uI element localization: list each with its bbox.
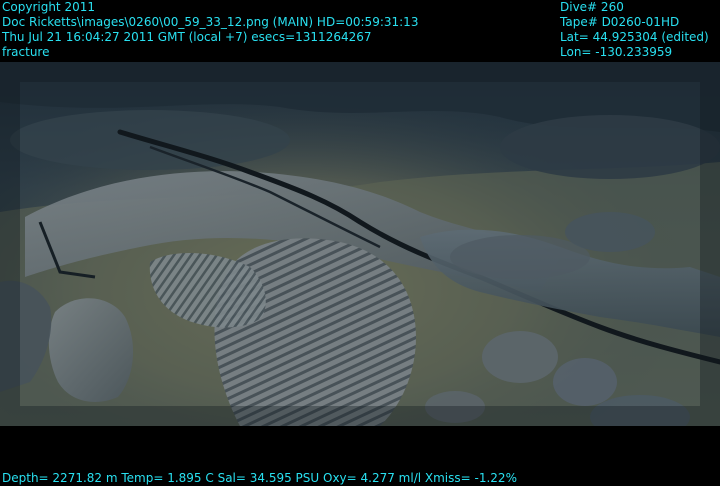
right-rock-top	[450, 235, 590, 279]
tape-number-text: Tape# D0260-01HD	[560, 15, 680, 29]
far-right-pillow	[565, 212, 655, 252]
far-boulder	[500, 115, 720, 179]
video-frame: Copyright 2011 Doc Ricketts\images\0260\…	[0, 0, 720, 486]
overlay-metadata-right: Dive# 260 Tape# D0260-01HD Lat= 44.92530…	[560, 0, 709, 60]
image-path-text: Doc Ricketts\images\0260\00_59_33_12.png…	[2, 15, 419, 29]
annotation-text: fracture	[2, 45, 50, 59]
left-boulder	[48, 298, 134, 402]
dive-number-text: Dive# 260	[560, 0, 624, 14]
seafloor-illustration	[0, 62, 720, 426]
latitude-text: Lat= 44.925304 (edited)	[560, 30, 709, 44]
right-pillow-1	[482, 331, 558, 383]
seafloor-photo	[0, 62, 720, 426]
timestamp-text: Thu Jul 21 16:04:27 2011 GMT (local +7) …	[2, 30, 372, 44]
overlay-metadata-left: Copyright 2011 Doc Ricketts\images\0260\…	[2, 0, 418, 60]
copyright-text: Copyright 2011	[2, 0, 95, 14]
right-pillow-2	[553, 358, 617, 406]
longitude-text: Lon= -130.233959	[560, 45, 673, 59]
sensor-readout: Depth= 2271.82 m Temp= 1.895 C Sal= 34.5…	[2, 471, 517, 485]
